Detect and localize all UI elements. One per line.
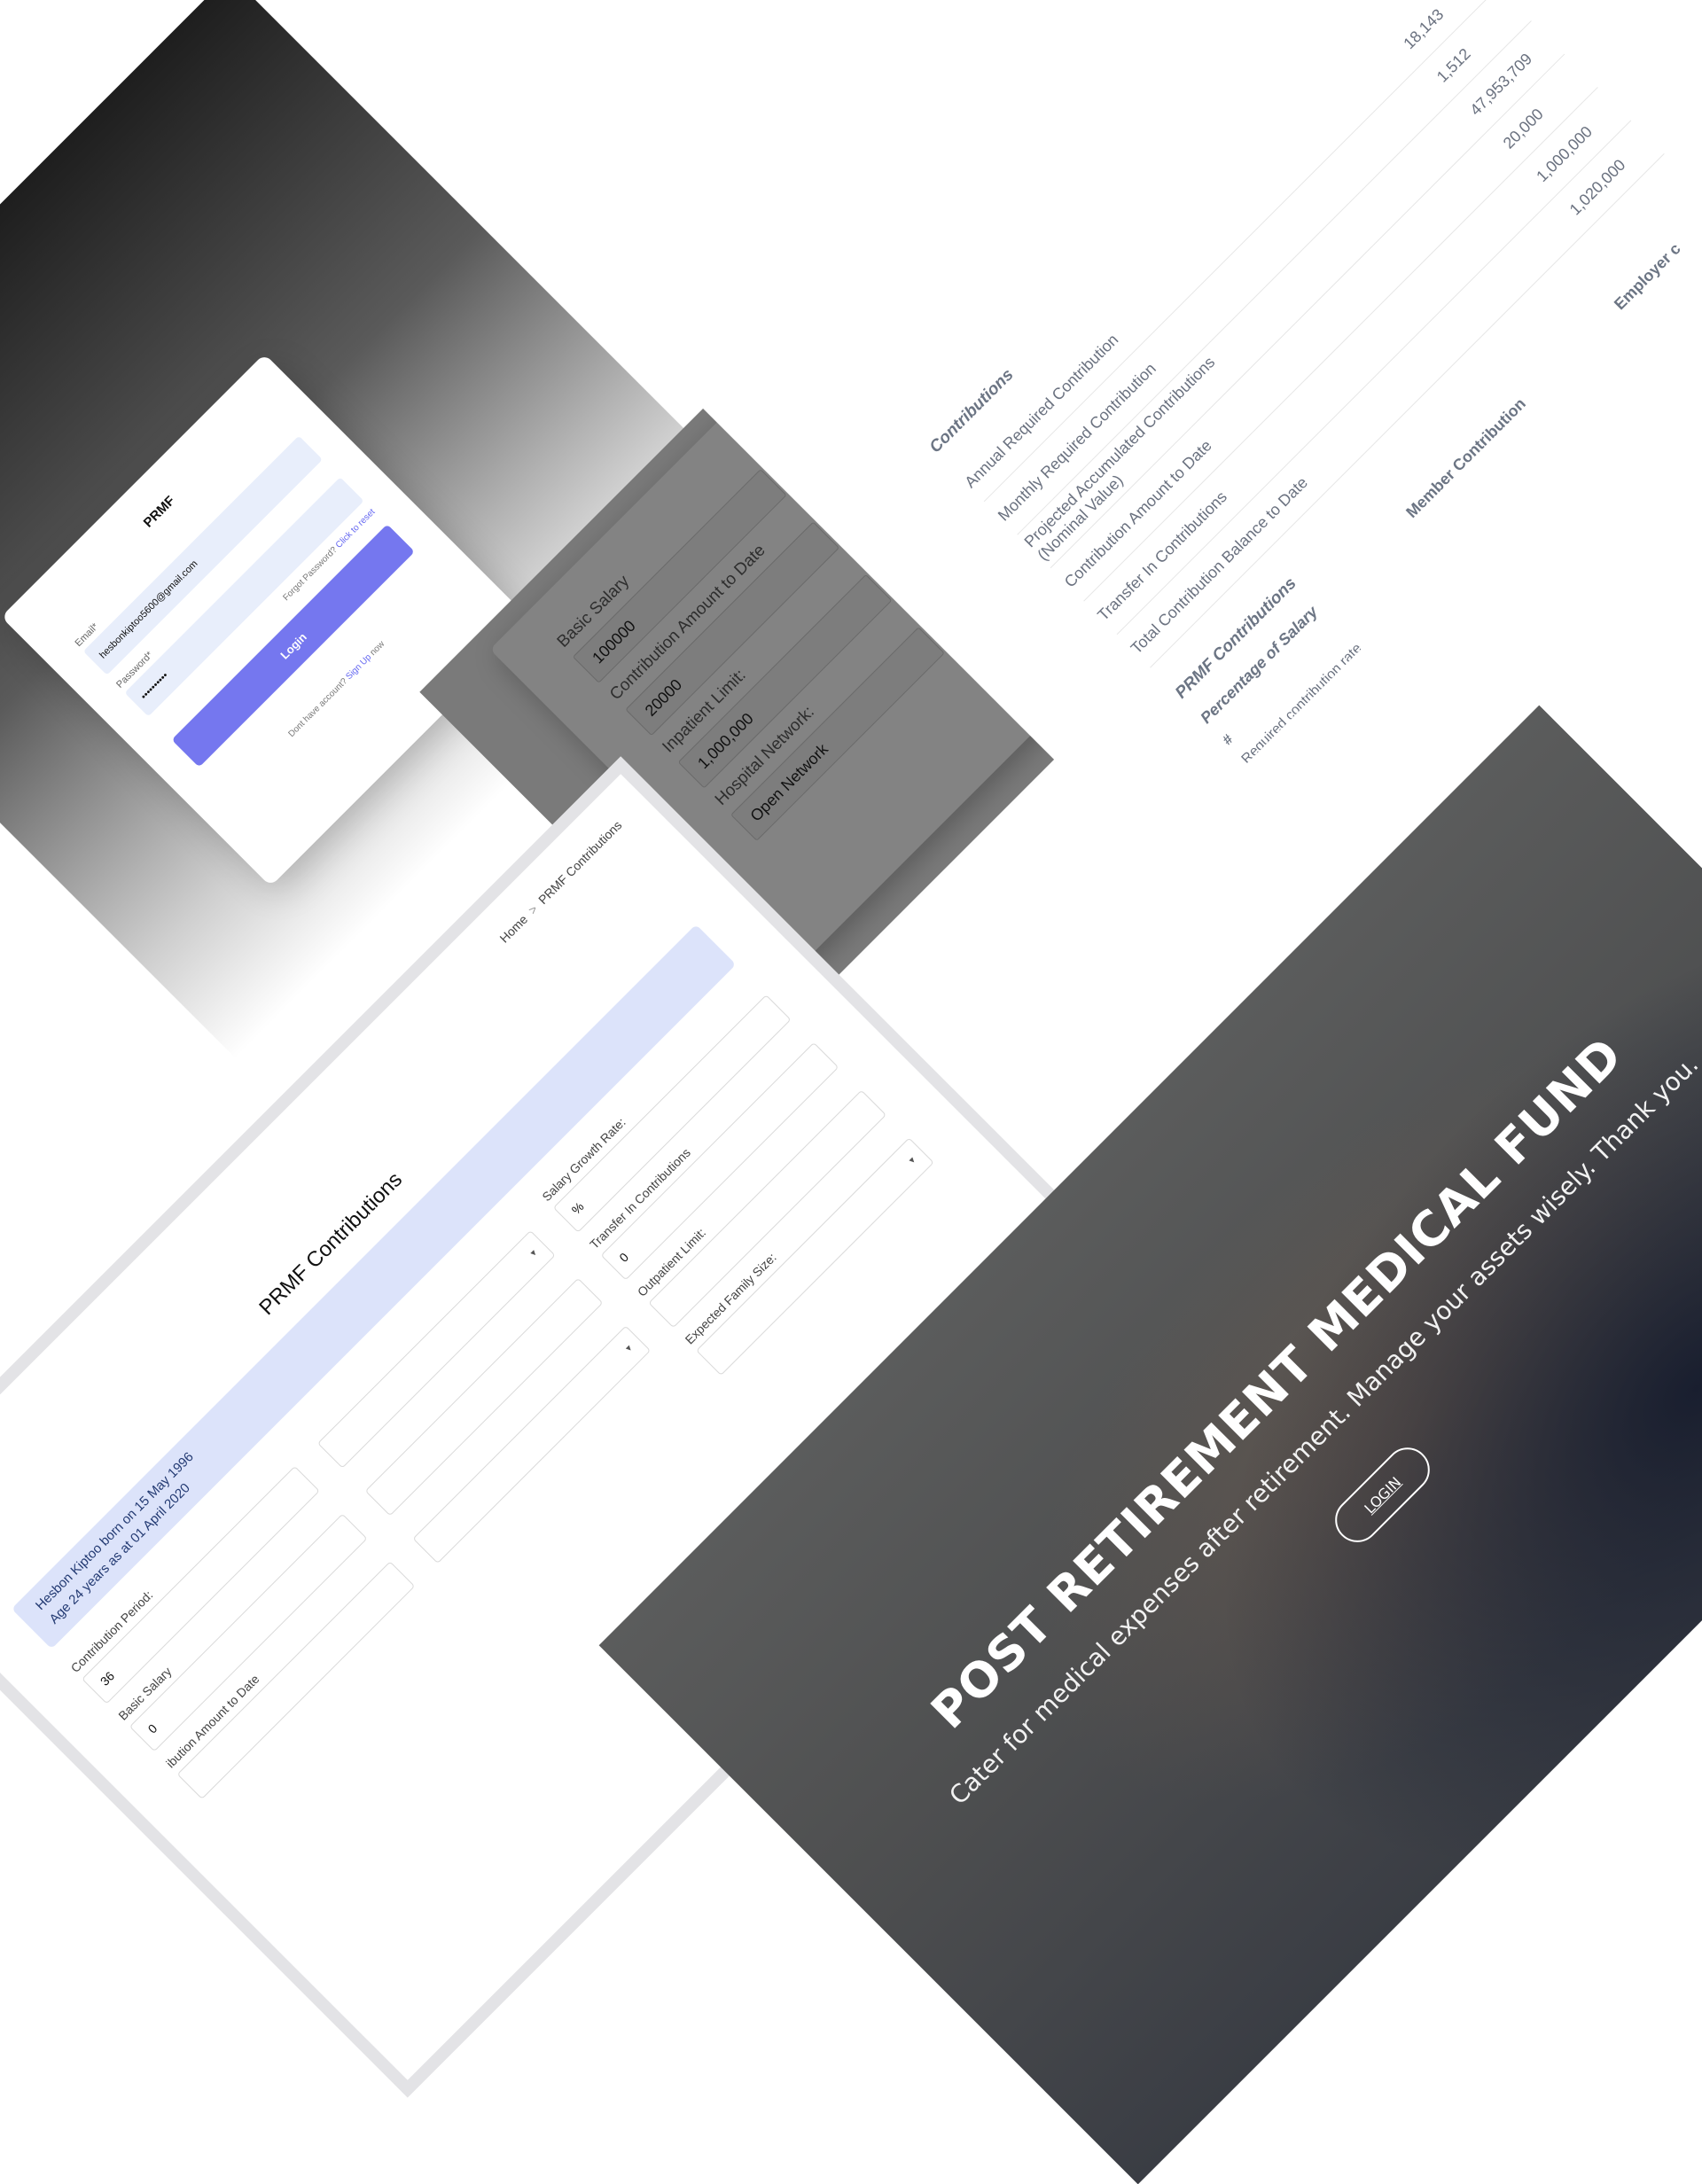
hero-title: POST RETIREMENT MEDICAL FUND xyxy=(920,1026,1634,1740)
chevron-right-icon: > xyxy=(525,901,541,917)
transfer-in-value: 0 xyxy=(616,1250,632,1265)
contribution-period-value: 36 xyxy=(97,1668,118,1689)
breadcrumb-home[interactable]: Home xyxy=(496,912,530,946)
chevron-down-icon: ▾ xyxy=(906,1154,918,1166)
chevron-down-icon: ▾ xyxy=(527,1247,539,1259)
breadcrumb-current: PRMF Contributions xyxy=(535,817,625,908)
login-card: PRMF Email* Password* Forgot Password? C… xyxy=(1,353,535,887)
summary-content: Contributions Annual Required Contributi… xyxy=(926,0,1702,764)
percent-symbol: % xyxy=(568,1198,587,1218)
hero-login-button[interactable]: LOGIN xyxy=(1325,1438,1440,1552)
hash-column-header: # xyxy=(1220,731,1237,749)
signup-link[interactable]: Sign Up xyxy=(344,652,373,682)
basic-salary-value: 0 xyxy=(144,1720,160,1736)
chevron-down-icon: ▾ xyxy=(623,1342,635,1354)
signup-text: Dont have account? xyxy=(286,676,350,740)
signup-suffix: now xyxy=(368,639,387,659)
